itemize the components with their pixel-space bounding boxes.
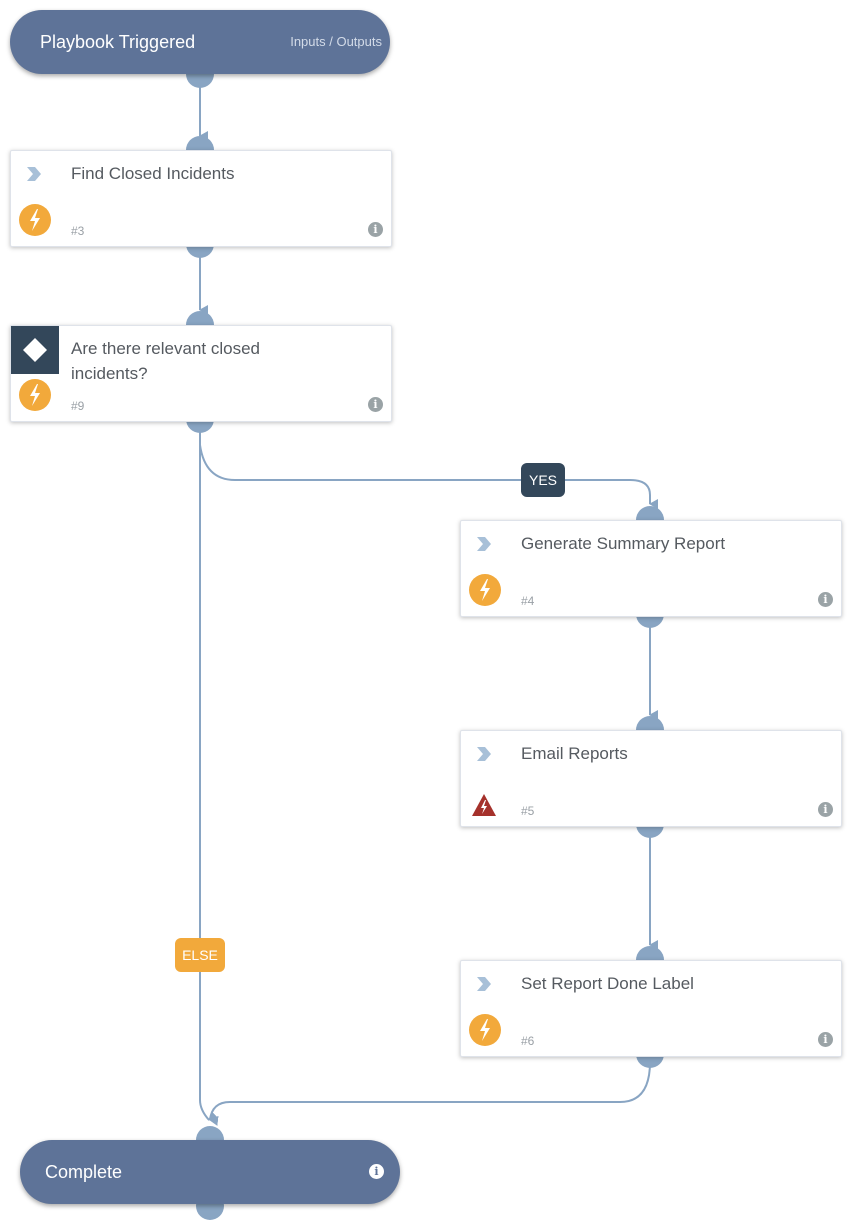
task-name: Generate Summary Report <box>521 534 726 553</box>
task-number: #4 <box>521 594 535 608</box>
complete-node[interactable]: Complete i <box>20 1140 400 1204</box>
task-condition-relevant-incidents[interactable]: Are there relevant closed incidents? #9 … <box>10 325 392 422</box>
task-number: #3 <box>71 224 85 238</box>
task-number: #6 <box>521 1034 535 1048</box>
task-name: Set Report Done Label <box>521 974 694 993</box>
yes-branch-label[interactable]: YES <box>521 463 565 497</box>
start-title: Playbook Triggered <box>40 32 196 52</box>
info-icon[interactable]: i <box>818 592 833 607</box>
bolt-icon <box>469 1014 501 1046</box>
info-icon[interactable]: i <box>818 1032 833 1047</box>
else-branch-label[interactable]: ELSE <box>175 938 225 972</box>
task-email-reports[interactable]: Email Reports #5 i <box>460 730 842 827</box>
chevron-right-icon <box>477 747 491 761</box>
task-name: Email Reports <box>521 744 628 763</box>
task-name: Are there relevant closed incidents? <box>71 339 260 383</box>
edge-setlabel-to-complete <box>209 1061 651 1126</box>
info-icon[interactable]: i <box>368 397 383 412</box>
task-number: #9 <box>71 399 85 413</box>
chevron-right-icon <box>477 537 491 551</box>
task-generate-summary-report[interactable]: Generate Summary Report #4 i <box>460 520 842 617</box>
start-node[interactable]: Playbook Triggered Inputs / Outputs <box>10 10 390 74</box>
info-icon[interactable]: i <box>369 1164 384 1179</box>
chevron-right-icon <box>27 167 41 181</box>
bolt-icon <box>19 379 51 411</box>
edge-else-branch <box>199 428 219 1121</box>
bolt-icon <box>19 204 51 236</box>
edge-yes-branch <box>199 428 658 509</box>
info-icon[interactable]: i <box>368 222 383 237</box>
task-set-report-done-label[interactable]: Set Report Done Label #6 i <box>460 960 842 1057</box>
bolt-icon <box>469 574 501 606</box>
complete-title: Complete <box>45 1162 123 1182</box>
inputs-outputs-link[interactable]: Inputs / Outputs <box>290 10 382 74</box>
task-number: #5 <box>521 804 535 818</box>
warning-icon <box>472 794 496 816</box>
chevron-right-icon <box>477 977 491 991</box>
info-icon[interactable]: i <box>818 802 833 817</box>
condition-icon <box>11 326 59 374</box>
task-find-closed-incidents[interactable]: Find Closed Incidents #3 i <box>10 150 392 247</box>
task-name: Find Closed Incidents <box>71 164 235 183</box>
